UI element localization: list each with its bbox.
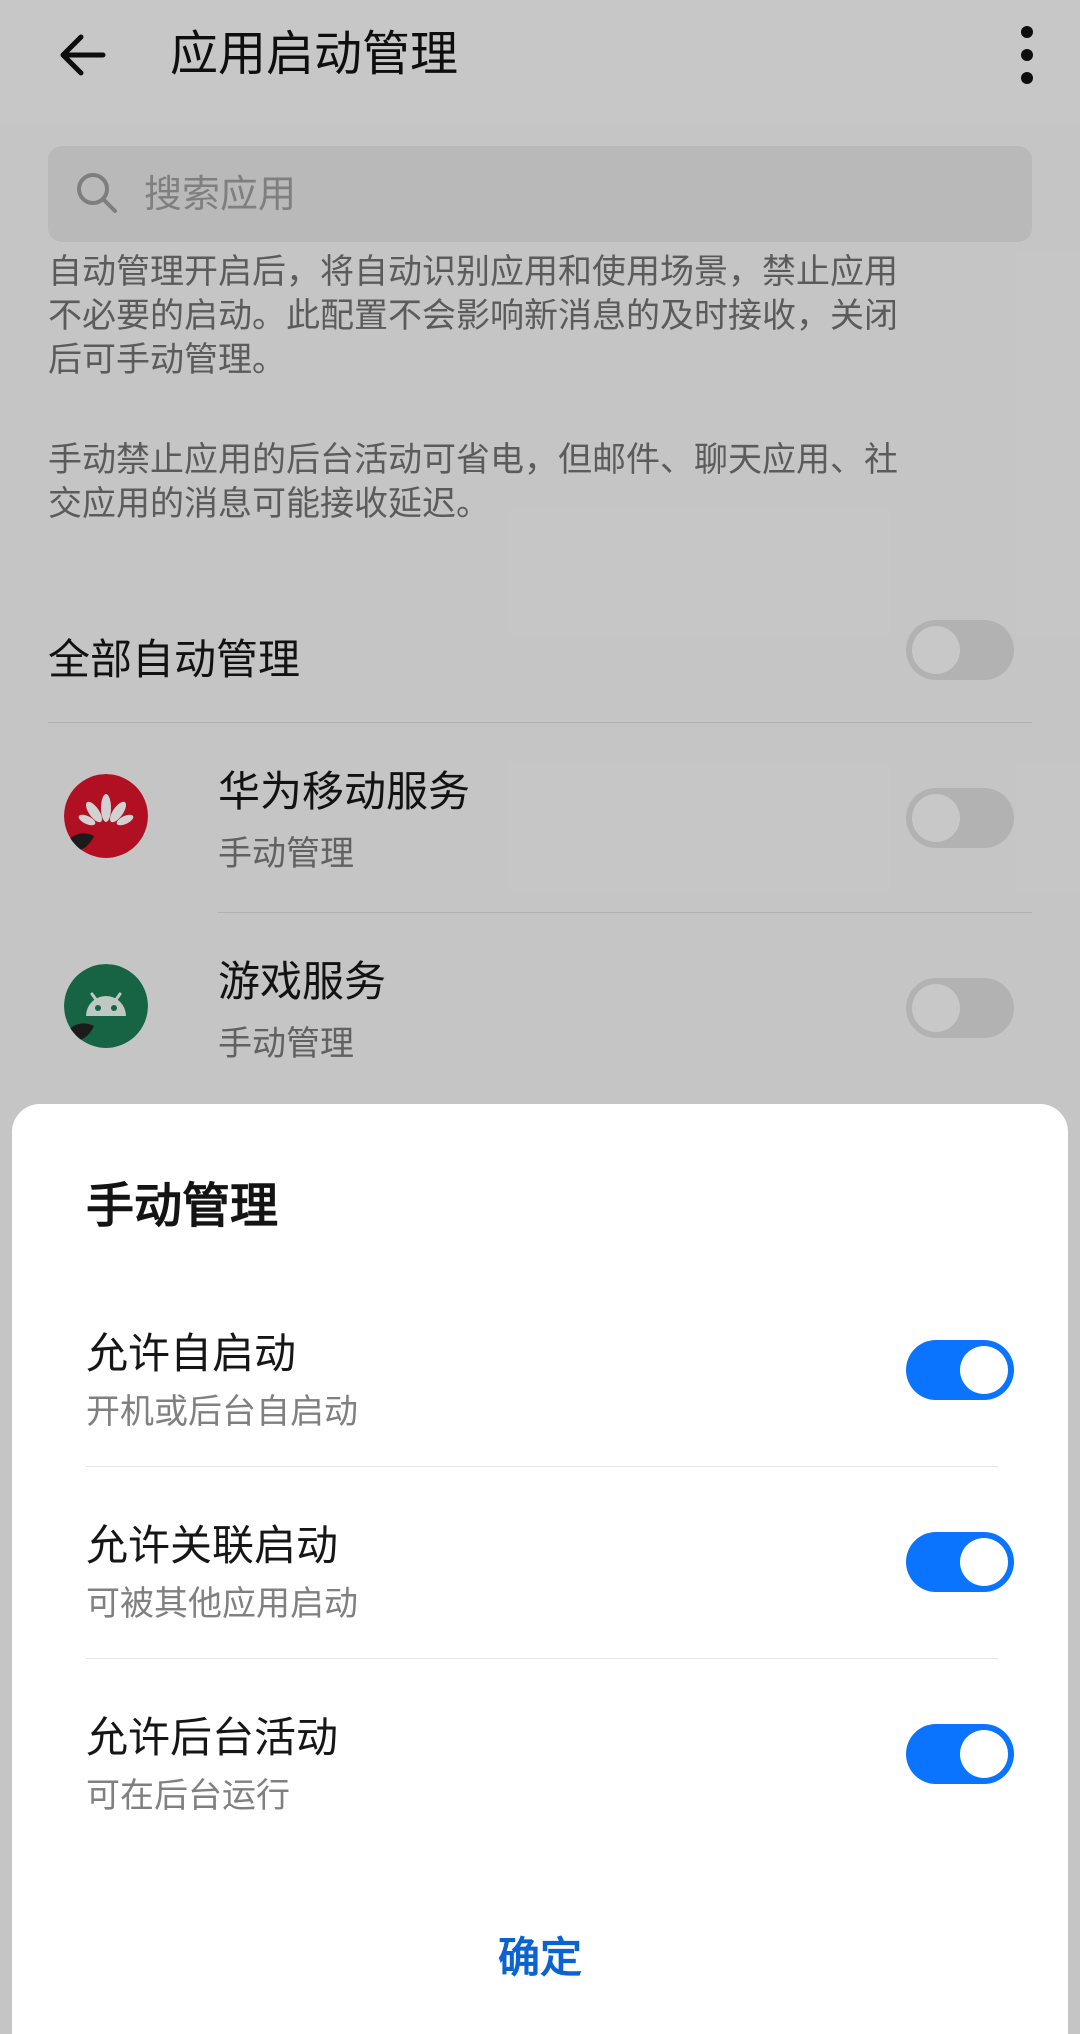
toggle-knob xyxy=(960,1538,1008,1586)
option-title: 允许关联启动 xyxy=(86,1521,339,1570)
option-subtitle: 可被其他应用启动 xyxy=(86,1584,358,1624)
toggle-knob xyxy=(960,1730,1008,1778)
divider xyxy=(86,1466,998,1467)
confirm-button[interactable]: 确定 xyxy=(12,1924,1068,1985)
manual-management-sheet: 手动管理 允许自启动 开机或后台自启动 允许关联启动 可被其他应用启动 允许后台… xyxy=(12,1104,1068,2034)
allow-background-activity-toggle[interactable] xyxy=(906,1724,1014,1784)
option-subtitle: 开机或后台自启动 xyxy=(86,1392,358,1432)
allow-associated-launch-toggle[interactable] xyxy=(906,1532,1014,1592)
option-subtitle: 可在后台运行 xyxy=(86,1776,290,1816)
divider xyxy=(86,1658,998,1659)
toggle-knob xyxy=(960,1346,1008,1394)
option-title: 允许后台活动 xyxy=(86,1713,339,1762)
sheet-title: 手动管理 xyxy=(86,1178,279,1234)
option-allow-background-activity[interactable]: 允许后台活动 可在后台运行 xyxy=(86,1688,1014,1878)
allow-auto-launch-toggle[interactable] xyxy=(906,1340,1014,1400)
option-title: 允许自启动 xyxy=(86,1329,297,1378)
app-launch-management-page: 应用启动管理 搜索应用 自动管理开启后，将自动识别应用和使用场景，禁止应用 不必… xyxy=(0,0,1080,2034)
